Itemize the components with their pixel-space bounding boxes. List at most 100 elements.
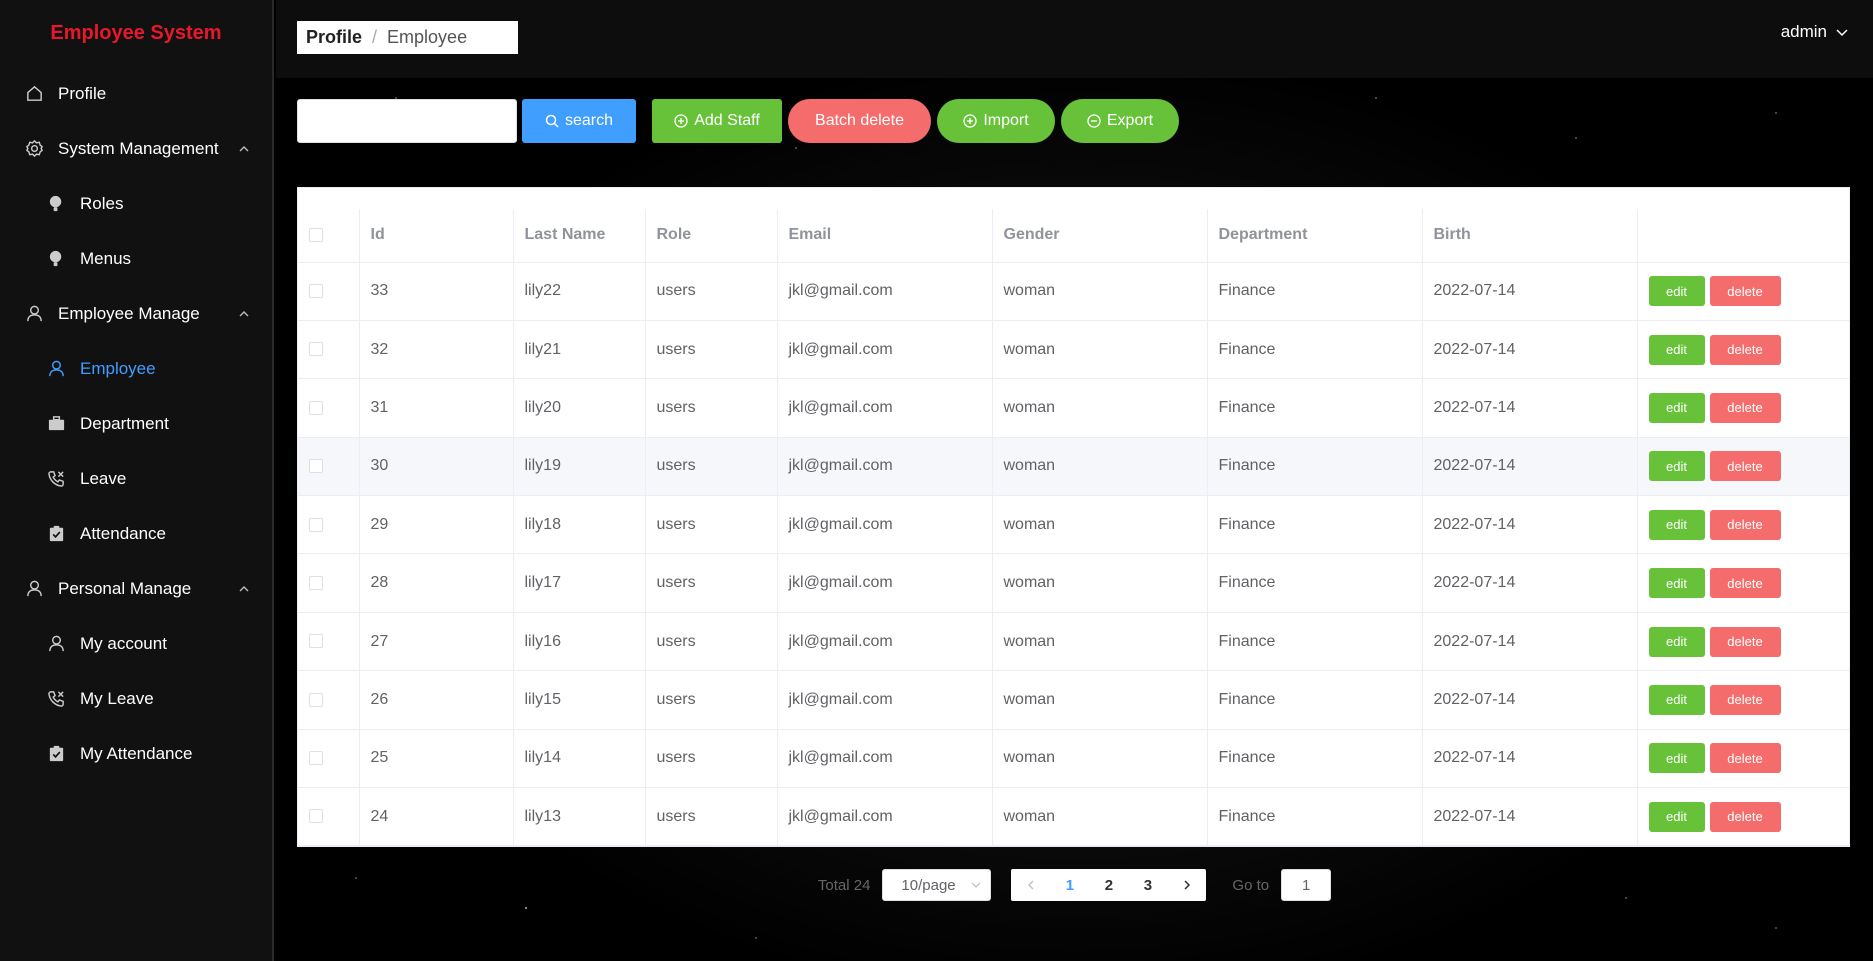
cell-department: Finance (1207, 378, 1423, 438)
row-select-cell (298, 729, 360, 789)
chevron-up-icon (239, 145, 249, 151)
row-checkbox[interactable] (309, 400, 323, 415)
edit-button[interactable]: edit (1648, 334, 1705, 365)
table-row: 32 lily21 users jkl@gmail.com woman Finance 20… (298, 320, 1849, 380)
select-all-checkbox[interactable] (309, 228, 323, 243)
row-select-cell (298, 495, 360, 555)
minus-circle-icon (1087, 114, 1101, 128)
clipboard-check-icon (46, 744, 66, 764)
edit-button[interactable]: edit (1648, 626, 1705, 657)
goto-page-input[interactable] (1281, 869, 1332, 901)
cell-id: 27 (359, 612, 514, 672)
cell-email: jkl@gmail.com (777, 553, 993, 613)
row-checkbox[interactable] (309, 751, 323, 766)
delete-button[interactable]: delete (1709, 451, 1781, 482)
sidebar-item-my-attendance[interactable]: My Attendance (0, 726, 272, 781)
delete-button[interactable]: delete (1709, 392, 1781, 423)
page-3[interactable]: 3 (1128, 869, 1167, 901)
sidebar-item-attendance[interactable]: Attendance (0, 506, 272, 561)
user-icon (46, 634, 66, 654)
edit-button[interactable]: edit (1648, 276, 1705, 307)
cell-gender: woman (992, 378, 1208, 438)
edit-button[interactable]: edit (1648, 684, 1705, 715)
breadcrumb-item-profile[interactable]: Profile (306, 27, 362, 48)
row-checkbox[interactable] (309, 342, 323, 357)
delete-button[interactable]: delete (1709, 334, 1781, 365)
cell-role: users (645, 553, 778, 613)
delete-button[interactable]: delete (1709, 568, 1781, 599)
user-menu[interactable]: admin (1781, 22, 1849, 42)
row-checkbox[interactable] (309, 809, 323, 824)
edit-button[interactable]: edit (1648, 392, 1705, 423)
select-all-cell (298, 209, 360, 263)
delete-button[interactable]: delete (1709, 276, 1781, 307)
toolbar: search Add Staff Batch delete Import Exp… (297, 99, 1179, 143)
cell-gender: woman (992, 612, 1208, 672)
sidebar-item-my-account[interactable]: My account (0, 616, 272, 671)
row-checkbox[interactable] (309, 692, 323, 707)
chevron-up-icon (239, 310, 249, 316)
cell-last-name: lily19 (513, 437, 646, 497)
delete-button[interactable]: delete (1709, 626, 1781, 657)
delete-button[interactable]: delete (1709, 509, 1781, 540)
row-checkbox[interactable] (309, 575, 323, 590)
sidebar-item-my-leave[interactable]: My Leave (0, 671, 272, 726)
user-name: admin (1780, 22, 1827, 41)
add-staff-button[interactable]: Add Staff (652, 99, 782, 143)
row-actions: edit delete (1637, 437, 1849, 497)
sidebar-item-menus[interactable]: Menus (0, 231, 272, 286)
cell-gender: woman (992, 495, 1208, 555)
sidebar-item-system-management[interactable]: System Management (0, 121, 272, 176)
cell-last-name: lily22 (513, 262, 646, 321)
batch-delete-button[interactable]: Batch delete (788, 99, 931, 143)
row-checkbox[interactable] (309, 459, 323, 474)
chevron-up-icon (239, 585, 249, 591)
sidebar-item-personal-manage[interactable]: Personal Manage (0, 561, 272, 616)
sidebar-item-department[interactable]: Department (0, 396, 272, 451)
row-select-cell (298, 262, 360, 321)
edit-button[interactable]: edit (1648, 743, 1705, 774)
row-checkbox[interactable] (309, 517, 323, 532)
goto-label: Go to (1232, 876, 1270, 894)
page-size-value: 10/page (901, 876, 956, 894)
import-button[interactable]: Import (937, 99, 1055, 143)
row-checkbox[interactable] (309, 283, 323, 298)
cell-gender: woman (992, 729, 1208, 789)
sidebar-item-label: Menus (80, 248, 132, 268)
page-2[interactable]: 2 (1089, 869, 1128, 901)
edit-button[interactable]: edit (1648, 509, 1705, 540)
user-icon (24, 304, 44, 324)
sidebar-item-leave[interactable]: Leave (0, 451, 272, 506)
edit-button[interactable]: edit (1648, 801, 1705, 832)
edit-button[interactable]: edit (1648, 451, 1705, 482)
prev-page-button[interactable] (1011, 869, 1050, 901)
delete-button[interactable]: delete (1709, 801, 1781, 832)
cell-email: jkl@gmail.com (777, 612, 993, 672)
row-select-cell (298, 553, 360, 613)
sidebar-item-roles[interactable]: Roles (0, 176, 272, 231)
breadcrumb-item-employee: Employee (387, 27, 468, 47)
cell-birth: 2022-07-14 (1422, 553, 1638, 613)
cell-birth: 2022-07-14 (1422, 378, 1638, 438)
plus-circle-icon (963, 114, 977, 128)
edit-button[interactable]: edit (1648, 568, 1705, 599)
breadcrumb-separator: / (372, 27, 378, 47)
next-page-button[interactable] (1167, 869, 1206, 901)
cell-department: Finance (1207, 670, 1423, 730)
search-button[interactable]: search (522, 99, 636, 143)
export-button[interactable]: Export (1061, 99, 1179, 143)
cell-id: 26 (359, 670, 514, 730)
sidebar-item-employee[interactable]: Employee (0, 341, 272, 396)
sidebar-item-employee-manage[interactable]: Employee Manage (0, 286, 272, 341)
row-checkbox[interactable] (309, 634, 323, 649)
page-size-select[interactable]: 10/page (882, 869, 992, 901)
table-row: 24 lily13 users jkl@gmail.com woman Finance 20… (298, 787, 1849, 847)
search-input[interactable] (297, 99, 517, 143)
gear-icon (24, 139, 44, 159)
delete-button[interactable]: delete (1709, 684, 1781, 715)
delete-button[interactable]: delete (1709, 743, 1781, 774)
page-1[interactable]: 1 (1050, 869, 1089, 901)
table-row: 30 lily19 users jkl@gmail.com woman Finance 20… (298, 437, 1849, 497)
table-row: 29 lily18 users jkl@gmail.com woman Finance 20… (298, 495, 1849, 555)
sidebar-item-profile[interactable]: Profile (0, 66, 272, 121)
